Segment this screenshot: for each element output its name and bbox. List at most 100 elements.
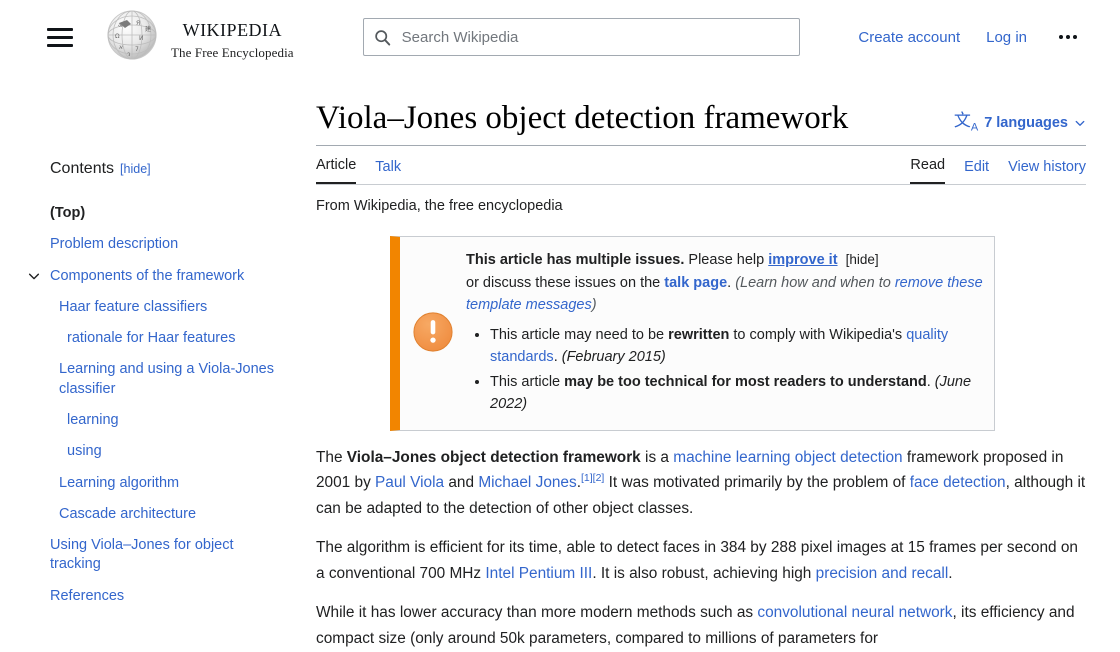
banner-headline-text: Please help	[684, 252, 769, 269]
multiple-issues-banner: This article has multiple issues. Please…	[390, 236, 995, 431]
tab-talk[interactable]: Talk	[375, 159, 401, 184]
toc-header: Contents [hide]	[0, 160, 300, 178]
chevron-down-icon[interactable]	[27, 269, 41, 283]
issue-item-too-technical: This article may be too technical for mo…	[490, 371, 984, 416]
svg-text:И: И	[139, 35, 144, 42]
inline-link[interactable]: precision and recall	[816, 565, 949, 582]
issue-text: This article	[490, 373, 565, 390]
toc-item-top[interactable]: (Top)	[0, 198, 300, 229]
inline-link[interactable]: face detection	[910, 474, 1006, 491]
hamburger-bar	[47, 43, 73, 47]
toc-item-learning[interactable]: learning	[0, 405, 300, 436]
toc-item-problem-description[interactable]: Problem description	[0, 229, 300, 260]
banner-headline-text-2: or discuss these issues on the	[466, 274, 665, 291]
inline-bold: Viola–Jones object detection framework	[346, 448, 641, 466]
toc-item-learning-and-using-a-viola-jones-classifier[interactable]: Learning and using a Viola-Jones classif…	[0, 354, 300, 405]
hamburger-icon[interactable]	[47, 24, 73, 50]
toc-item-cascade-architecture[interactable]: Cascade architecture	[0, 499, 300, 530]
toc-item-using[interactable]: using	[0, 436, 300, 467]
create-account-link[interactable]: Create account	[845, 29, 973, 46]
toc-item-components-of-the-framework[interactable]: Components of the framework	[0, 261, 300, 292]
issue-text: .	[553, 349, 562, 366]
wikipedia-wordmark: Wikipedia The Free Encyclopedia	[171, 13, 294, 60]
search-input[interactable]: Search Wikipedia	[362, 18, 800, 56]
language-icon: 文A	[953, 110, 979, 134]
inline-link[interactable]: machine learning object detection	[673, 449, 902, 466]
wikipedia-logo-link[interactable]: अ Я 建 Ω И א 7 ว Wikipedia The Free Encyc…	[105, 9, 294, 65]
wordmark-title: Wikipedia	[182, 13, 283, 42]
banner-headline-text-3: .	[727, 274, 736, 291]
log-in-link[interactable]: Log in	[973, 29, 1040, 46]
paragraph-lead: The Viola–Jones object detection framewo…	[316, 445, 1086, 522]
page-title: Viola–Jones object detection framework	[316, 100, 849, 136]
issue-bold: rewritten	[668, 326, 730, 343]
language-count-label: 7 languages	[984, 114, 1068, 131]
title-row: Viola–Jones object detection framework 文…	[316, 100, 1086, 147]
article-tabs: Article Talk Read Edit View history	[316, 146, 1086, 186]
site-header: अ Я 建 Ω И א 7 ว Wikipedia The Free Encyc…	[0, 0, 1120, 74]
paragraph-accuracy: While it has lower accuracy than more mo…	[316, 600, 1086, 651]
issue-date: (February 2015)	[561, 349, 666, 366]
article-content: Viola–Jones object detection framework 文…	[316, 100, 1086, 652]
learn-note-part2: )	[591, 297, 597, 314]
inline-link[interactable]: convolutional neural network	[757, 604, 952, 621]
table-of-contents: Contents [hide] (Top) Problem descriptio…	[0, 160, 300, 612]
reference-marker[interactable]: [2]	[593, 472, 605, 484]
toc-item-using-viola-jones-for-object-tracking[interactable]: Using Viola–Jones for object tracking	[0, 530, 300, 581]
learn-note-part1: (Learn how and when to	[735, 274, 891, 291]
namespace-tabs: Article Talk	[316, 157, 401, 185]
paragraph-efficiency: The algorithm is efficient for its time,…	[316, 535, 1086, 586]
inline-text: is a	[640, 448, 674, 466]
tab-read[interactable]: Read	[910, 157, 946, 185]
talk-page-link[interactable]: talk page	[664, 275, 727, 291]
toc-item-rationale-for-haar-features[interactable]: rationale for Haar features	[0, 323, 300, 354]
tab-edit[interactable]: Edit	[964, 159, 989, 184]
hamburger-bar	[47, 27, 73, 31]
wikipedia-globe-icon: अ Я 建 Ω И א 7 ว	[107, 10, 157, 60]
improve-it-link[interactable]: improve it	[768, 252, 837, 268]
search-placeholder: Search Wikipedia	[401, 28, 519, 46]
issue-text: to comply with Wikipedia's	[729, 326, 907, 343]
toc-hide-link[interactable]: [hide]	[120, 162, 151, 176]
issue-bold: may be too technical for most readers to…	[564, 373, 927, 390]
inline-text: and	[444, 474, 479, 492]
svg-text:Ω: Ω	[115, 33, 120, 40]
inline-text: While it has lower accuracy than more mo…	[316, 604, 758, 622]
reference-marker[interactable]: [1]	[581, 472, 593, 484]
hamburger-bar	[47, 35, 73, 39]
inline-link[interactable]: Intel Pentium III	[485, 565, 592, 582]
inline-text: The	[316, 448, 347, 466]
banner-headline-bold: This article has multiple issues.	[466, 252, 685, 269]
search-icon	[374, 29, 390, 45]
wordmark-tagline: The Free Encyclopedia	[171, 45, 294, 60]
toc-item-haar-feature-classifiers[interactable]: Haar feature classifiers	[0, 292, 300, 323]
header-actions: Create account Log in	[845, 29, 1120, 46]
tab-article[interactable]: Article	[316, 157, 357, 185]
toc-item-learning-algorithm[interactable]: Learning algorithm	[0, 468, 300, 499]
language-selector-button[interactable]: 文A 7 languages	[954, 112, 1086, 136]
svg-text:Я: Я	[136, 20, 140, 27]
toc-list: (Top) Problem description Components of …	[0, 198, 300, 612]
tab-view-history[interactable]: View history	[1008, 159, 1086, 184]
site-sub: From Wikipedia, the free encyclopedia	[316, 198, 563, 215]
inline-text: . It is also robust, achieving high	[592, 564, 816, 582]
ellipsis-icon[interactable]	[1053, 35, 1083, 39]
toc-item-label: Components of the framework	[50, 267, 245, 284]
view-tabs: Read Edit View history	[910, 157, 1086, 185]
issue-text: This article may need to be	[490, 326, 669, 343]
toc-title: Contents	[50, 160, 115, 177]
ellipsis-dot	[1066, 35, 1070, 39]
banner-hide-link[interactable]: [hide]	[846, 252, 879, 267]
inline-link[interactable]: Michael Jones	[478, 474, 576, 491]
chevron-down-icon	[1075, 120, 1085, 126]
ellipsis-dot	[1073, 35, 1077, 39]
svg-text:7: 7	[135, 46, 139, 53]
banner-icon-column	[400, 311, 466, 353]
svg-text:ว: ว	[127, 51, 130, 58]
inline-link[interactable]: Paul Viola	[375, 474, 444, 491]
exclamation-circle-icon	[413, 312, 453, 353]
toc-item-references[interactable]: References	[0, 581, 300, 612]
banner-body: This article has multiple issues. Please…	[466, 249, 984, 415]
svg-text:建: 建	[145, 25, 151, 33]
issue-list: This article may need to be rewritten to…	[466, 324, 984, 416]
